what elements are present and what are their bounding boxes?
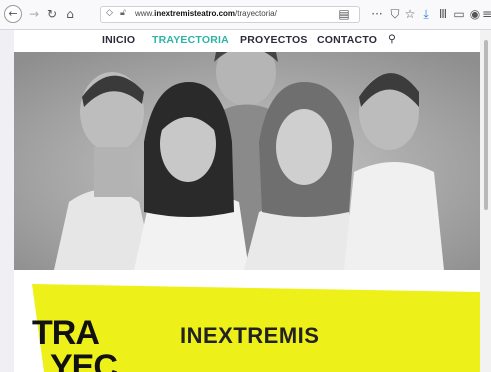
back-arrow-icon[interactable]: ← xyxy=(4,5,22,23)
scrollbar-thumb[interactable] xyxy=(484,40,488,210)
bookmark-star-icon[interactable]: ☆ xyxy=(402,6,418,22)
nav-item-trayectoria[interactable]: TRAYECTORIA xyxy=(152,34,229,46)
lock-slash-icon[interactable]: 🔓︎ xyxy=(120,8,126,18)
brand-title: INEXTREMIS xyxy=(180,323,320,348)
browser-toolbar: ← → ↻ ⌂ ◇ 🔓︎ www.inextremisteatro.com/tr… xyxy=(0,0,491,30)
site-nav: INICIO TRAYECTORIA PROYECTOS CONTACTO ⚲ xyxy=(14,30,480,52)
more-icon[interactable]: ··· xyxy=(369,6,385,22)
search-icon[interactable]: ⚲ xyxy=(388,33,396,45)
nav-item-inicio[interactable]: INICIO xyxy=(102,34,135,46)
pocket-icon[interactable]: ⛉ xyxy=(387,6,403,22)
nav-item-proyectos[interactable]: PROYECTOS xyxy=(240,34,308,46)
shield-icon[interactable]: ◇ xyxy=(106,8,113,18)
url-bar[interactable]: ◇ 🔓︎ www.inextremisteatro.com/trayectori… xyxy=(100,6,360,23)
account-icon[interactable]: ◉ xyxy=(467,6,483,22)
library-icon[interactable]: Ⅲ xyxy=(435,6,451,22)
group-photo-image xyxy=(14,52,480,270)
section-big-heading-line2: YEC xyxy=(50,348,118,372)
download-icon[interactable]: ⤓ xyxy=(418,6,434,22)
reload-icon[interactable]: ↻ xyxy=(44,6,60,22)
hero-photo xyxy=(14,52,480,270)
menu-icon[interactable]: ≡ xyxy=(482,6,491,22)
reader-icon[interactable]: ▤ xyxy=(336,6,352,22)
forward-arrow-icon[interactable]: → xyxy=(26,6,42,22)
home-icon[interactable]: ⌂ xyxy=(62,6,78,22)
intro-section: TRA YEC INEXTREMIS xyxy=(14,270,480,372)
nav-item-contacto[interactable]: CONTACTO xyxy=(317,34,377,46)
sidebar-icon[interactable]: ▭ xyxy=(451,6,467,22)
url-text[interactable]: www.inextremisteatro.com/trayectoria/ xyxy=(135,9,277,18)
